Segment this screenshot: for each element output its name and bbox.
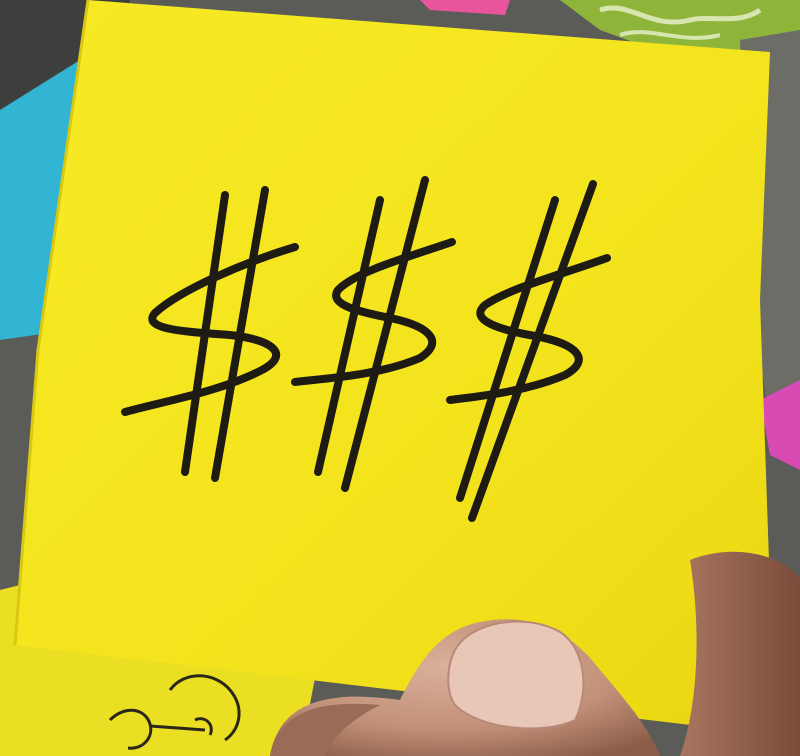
hand xyxy=(270,551,800,756)
thumbnail xyxy=(447,620,585,730)
fingers xyxy=(680,551,800,756)
photo-scene: $$$ xyxy=(0,0,800,756)
